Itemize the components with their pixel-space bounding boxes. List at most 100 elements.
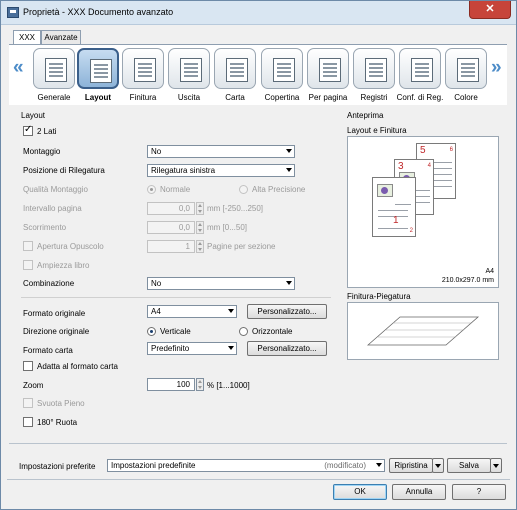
cover-icon — [273, 58, 295, 82]
portrait-label: Verticale — [160, 327, 191, 336]
preferences-select[interactable]: Impostazioni predefinite (modificato) — [107, 459, 385, 472]
general-icon — [45, 58, 67, 82]
restore-menu-button[interactable] — [432, 458, 444, 473]
fit-to-paper-label: Adatta al formato carta — [37, 362, 118, 371]
tab-avanzate[interactable]: Avanzate — [41, 30, 81, 45]
page-interval-label: Intervallo pagina — [23, 204, 82, 213]
per-page-icon — [319, 58, 341, 82]
chevron-down-icon — [435, 464, 441, 468]
layout-preview: 5 6 3 4 1 2 A4 210.0x297.0 mm — [347, 136, 499, 288]
combination-select[interactable]: No — [147, 277, 295, 290]
rotate-180-label: 180° Ruota — [37, 418, 78, 427]
page-interval-input[interactable]: 0,0 — [147, 202, 195, 215]
tabs-icon — [365, 58, 387, 82]
mount-quality-label: Qualità Montaggio — [23, 185, 88, 194]
fit-to-paper-checkbox[interactable] — [23, 361, 33, 371]
ok-button[interactable]: OK — [333, 484, 387, 500]
paper-size-value: Predefinito — [151, 344, 190, 353]
output-icon — [180, 58, 202, 82]
booklet-opening-checkbox[interactable] — [23, 241, 33, 251]
layout-icon — [90, 59, 112, 83]
page-number: 5 — [420, 145, 426, 156]
layout-content: Layout 2 Lati Montaggio No Posizione di … — [9, 105, 507, 453]
scroll-right-icon[interactable]: » — [491, 57, 502, 79]
landscape-label: Orizzontale — [252, 327, 293, 336]
title-bar: Proprietà - XXX Documento avanzato ✕ — [1, 1, 516, 25]
binding-position-select[interactable]: Rilegatura sinistra — [147, 164, 295, 177]
zoom-spinner[interactable] — [196, 378, 204, 391]
layout-group-label: Layout — [21, 111, 46, 120]
portrait-radio[interactable] — [147, 327, 156, 336]
original-direction-label: Direzione originale — [23, 327, 90, 336]
preferences-label: Impostazioni preferite — [19, 462, 96, 471]
color-icon — [457, 58, 479, 82]
preview-group-label: Anteprima — [347, 111, 384, 120]
preview-page: 1 2 — [372, 177, 416, 237]
combination-label: Combinazione — [23, 279, 75, 288]
close-button[interactable]: ✕ — [469, 1, 511, 19]
scroll-spinner[interactable] — [196, 221, 204, 234]
chevron-down-icon — [286, 281, 292, 285]
chevron-down-icon — [286, 168, 292, 172]
book-width-checkbox[interactable] — [23, 260, 33, 270]
chevron-down-icon — [228, 309, 234, 313]
paper-size-select[interactable]: Predefinito — [147, 342, 237, 355]
page-interval-range: mm [-250...250] — [207, 204, 264, 213]
original-custom-button[interactable]: Personalizzato... — [247, 304, 327, 319]
landscape-radio[interactable] — [239, 327, 248, 336]
chevron-down-icon — [228, 346, 234, 350]
help-button[interactable]: ? — [452, 484, 506, 500]
restore-button[interactable]: Ripristina — [389, 458, 433, 473]
page-interval-spinner[interactable] — [196, 202, 204, 215]
nav-colore[interactable]: Colore — [443, 47, 489, 103]
finishing-preview — [347, 302, 499, 360]
preferences-value: Impostazioni predefinite — [111, 461, 196, 470]
two-sided-checkbox[interactable] — [23, 124, 33, 136]
rotate-180-checkbox[interactable] — [23, 417, 33, 427]
nav-carta[interactable]: Carta — [212, 47, 258, 103]
modified-indicator: (modificato) — [324, 461, 366, 470]
page-number: 1 — [393, 215, 399, 226]
book-width-label: Ampiezza libro — [37, 261, 90, 270]
folded-sheet-icon — [366, 316, 480, 346]
paper-name: A4 — [485, 268, 494, 275]
original-size-select[interactable]: A4 — [147, 305, 237, 318]
scroll-left-icon[interactable]: « — [13, 57, 24, 79]
page-number: 3 — [398, 161, 404, 172]
page-number: 2 — [409, 228, 413, 234]
quality-normal-label: Normale — [160, 185, 191, 194]
paper-icon — [226, 58, 248, 82]
quality-normal-radio[interactable] — [147, 185, 156, 194]
scroll-input[interactable]: 0,0 — [147, 221, 195, 234]
booklet-pages-input[interactable]: 1 — [147, 240, 195, 253]
booklet-pages-spinner[interactable] — [196, 240, 204, 253]
full-bleed-label: Svuota Pieno — [37, 399, 85, 408]
scroll-label: Scorrimento — [23, 223, 67, 232]
chevron-down-icon — [493, 464, 499, 468]
flower-image-icon — [377, 184, 393, 197]
original-size-value: A4 — [151, 307, 161, 316]
chevron-down-icon — [286, 149, 292, 153]
full-bleed-checkbox[interactable] — [23, 398, 33, 408]
montaggio-value: No — [151, 147, 162, 156]
binding-position-label: Posizione di Rilegatura — [23, 166, 105, 175]
zoom-range: % [1...1000] — [207, 381, 250, 390]
registration-icon — [411, 58, 433, 82]
quality-high-label: Alta Precisione — [252, 185, 306, 194]
zoom-input[interactable]: 100 — [147, 378, 195, 391]
finishing-icon — [134, 58, 156, 82]
montaggio-select[interactable]: No — [147, 145, 295, 158]
finishing-fold-label: Finitura-Piegatura — [347, 292, 411, 301]
feature-nav-bar: « Generale Layout Finitura Uscita Carta … — [9, 45, 507, 105]
quality-high-radio[interactable] — [239, 185, 248, 194]
layout-finishing-label: Layout e Finitura — [347, 126, 407, 135]
paper-custom-button[interactable]: Personalizzato... — [247, 341, 327, 356]
paper-size-label: Formato carta — [23, 346, 73, 355]
page-number: 4 — [427, 163, 431, 169]
two-sided-label: 2 Lati — [37, 127, 57, 136]
cancel-button[interactable]: Annulla — [392, 484, 446, 500]
save-menu-button[interactable] — [490, 458, 502, 473]
save-button[interactable]: Salva — [447, 458, 491, 473]
page-number: 6 — [449, 147, 453, 153]
printer-properties-window: Proprietà - XXX Documento avanzato ✕ XXX… — [0, 0, 517, 510]
